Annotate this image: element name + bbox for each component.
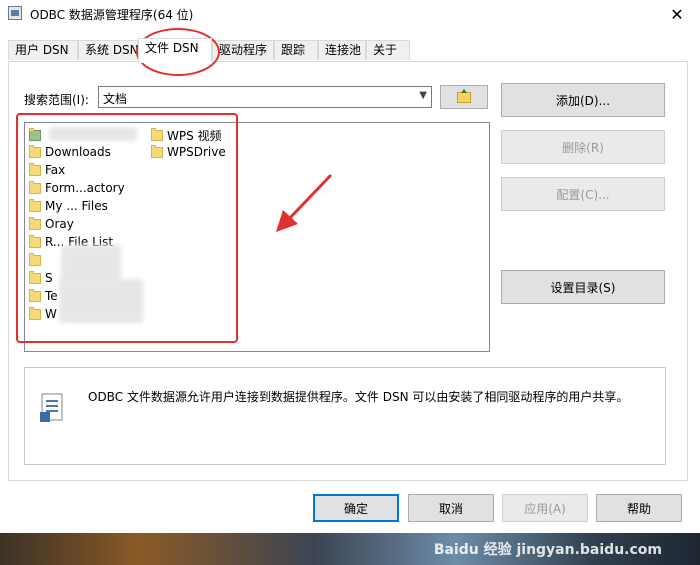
- help-button[interactable]: 帮助: [596, 494, 682, 522]
- tab-drivers[interactable]: 驱动程序: [212, 40, 274, 60]
- set-directory-button[interactable]: 设置目录(S): [501, 270, 665, 304]
- tab-file-dsn[interactable]: 文件 DSN: [138, 38, 212, 63]
- up-one-level-button[interactable]: [440, 85, 488, 109]
- tab-user-dsn[interactable]: 用户 DSN: [8, 40, 78, 60]
- tab-strip: 用户 DSN 系统 DSN 文件 DSN 驱动程序 跟踪 连接池 关于: [8, 38, 688, 63]
- description-text: ODBC 文件数据源允许用户连接到数据提供程序。文件 DSN 可以由安装了相同驱…: [88, 390, 629, 404]
- odbc-app-icon: [8, 6, 22, 20]
- desktop-background: Baidu 经验 jingyan.baidu.com: [0, 533, 700, 565]
- cancel-button[interactable]: 取消: [408, 494, 494, 522]
- tab-about[interactable]: 关于: [366, 40, 410, 60]
- tab-system-dsn[interactable]: 系统 DSN: [78, 40, 139, 60]
- description-box: [24, 367, 666, 465]
- file-dsn-icon: [40, 393, 63, 422]
- configure-button[interactable]: 配置(C)...: [501, 177, 665, 211]
- chevron-down-icon: ▼: [419, 90, 427, 101]
- annotation-arrow-icon: [276, 174, 332, 232]
- ok-button[interactable]: 确定: [313, 494, 399, 522]
- delete-button[interactable]: 删除(R): [501, 130, 665, 164]
- search-scope-label: 搜索范围(I):: [24, 93, 89, 107]
- annotation-highlight-rectangle: [16, 113, 238, 343]
- window-title: ODBC 数据源管理程序(64 位): [30, 8, 194, 22]
- search-scope-value: 文档: [103, 92, 128, 106]
- search-scope-select[interactable]: 文档 ▼: [98, 86, 432, 108]
- watermark: Baidu 经验 jingyan.baidu.com: [433, 542, 662, 558]
- tab-tracing[interactable]: 跟踪: [274, 40, 318, 60]
- apply-button[interactable]: 应用(A): [502, 494, 588, 522]
- close-button[interactable]: ✕: [654, 0, 700, 28]
- add-button[interactable]: 添加(D)...: [501, 83, 665, 117]
- tab-connection-pooling[interactable]: 连接池: [318, 40, 366, 60]
- up-folder-icon: [457, 88, 471, 103]
- title-bar: ODBC 数据源管理程序(64 位) ✕: [0, 0, 700, 28]
